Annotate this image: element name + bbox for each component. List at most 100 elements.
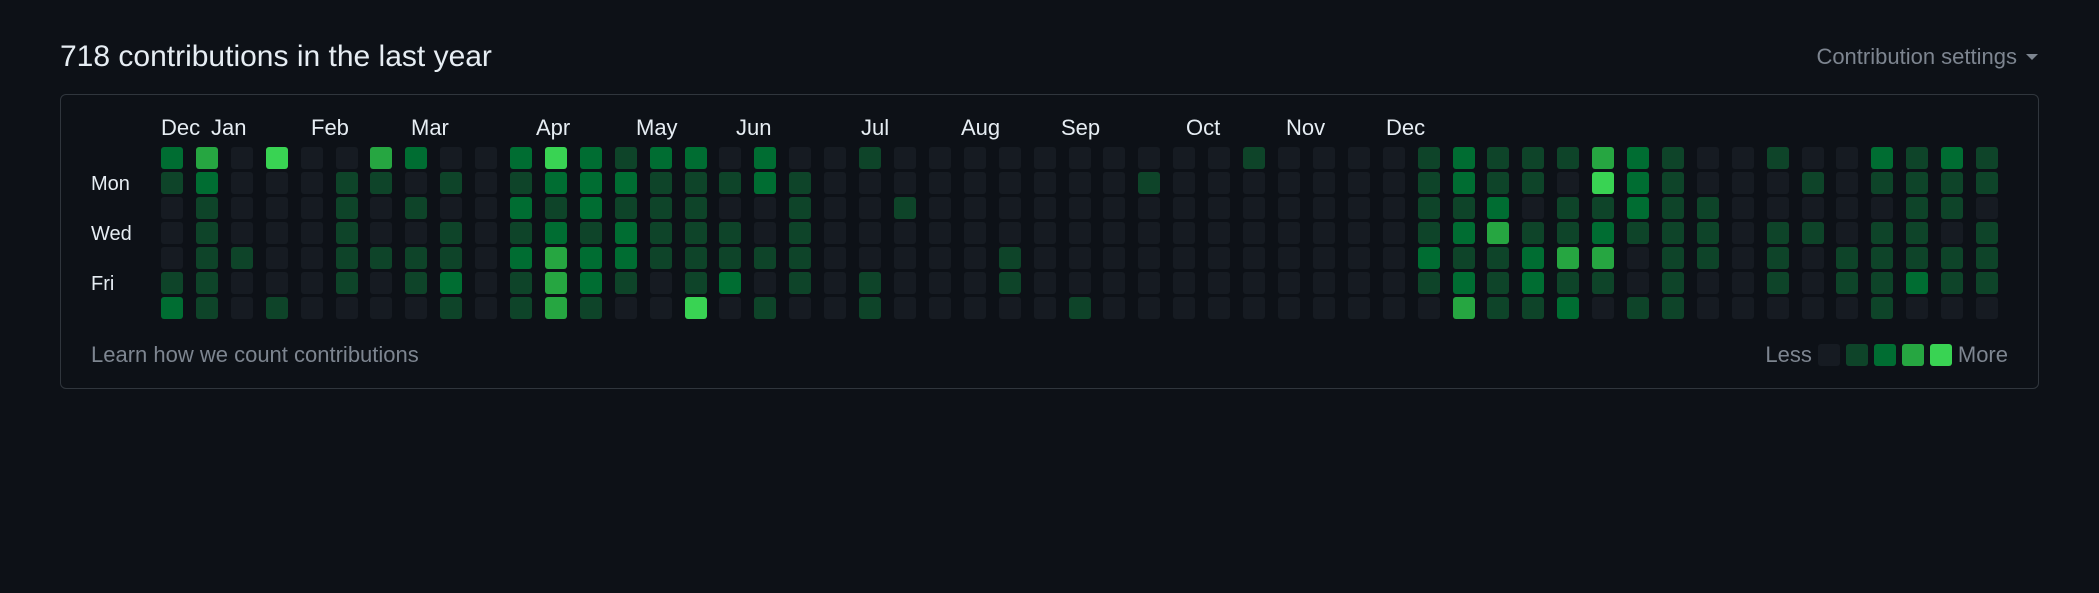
- contribution-cell[interactable]: [1767, 197, 1789, 219]
- contribution-cell[interactable]: [999, 222, 1021, 244]
- contribution-cell[interactable]: [1418, 172, 1440, 194]
- contribution-cell[interactable]: [754, 247, 776, 269]
- contribution-cell[interactable]: [1278, 247, 1300, 269]
- contribution-cell[interactable]: [1697, 222, 1719, 244]
- contribution-cell[interactable]: [405, 147, 427, 169]
- contribution-cell[interactable]: [824, 172, 846, 194]
- contribution-cell[interactable]: [1627, 297, 1649, 319]
- contribution-cell[interactable]: [650, 222, 672, 244]
- contribution-cell[interactable]: [1871, 297, 1893, 319]
- contribution-cell[interactable]: [1592, 272, 1614, 294]
- contribution-cell[interactable]: [964, 147, 986, 169]
- contribution-cell[interactable]: [1802, 272, 1824, 294]
- contribution-cell[interactable]: [1034, 247, 1056, 269]
- contribution-cell[interactable]: [1138, 197, 1160, 219]
- contribution-cell[interactable]: [405, 197, 427, 219]
- contribution-cell[interactable]: [231, 222, 253, 244]
- contribution-cell[interactable]: [1976, 247, 1998, 269]
- contribution-cell[interactable]: [1173, 247, 1195, 269]
- contribution-cell[interactable]: [859, 147, 881, 169]
- contribution-cell[interactable]: [510, 147, 532, 169]
- contribution-cell[interactable]: [1103, 147, 1125, 169]
- contribution-cell[interactable]: [1278, 197, 1300, 219]
- contribution-cell[interactable]: [1418, 197, 1440, 219]
- contribution-cell[interactable]: [475, 272, 497, 294]
- contribution-cell[interactable]: [1941, 272, 1963, 294]
- contribution-cell[interactable]: [1103, 297, 1125, 319]
- contribution-cell[interactable]: [824, 272, 846, 294]
- contribution-cell[interactable]: [266, 247, 288, 269]
- contribution-cell[interactable]: [405, 272, 427, 294]
- contribution-cell[interactable]: [301, 197, 323, 219]
- contribution-cell[interactable]: [336, 247, 358, 269]
- contribution-cell[interactable]: [1453, 297, 1475, 319]
- contribution-cell[interactable]: [1627, 247, 1649, 269]
- contribution-cell[interactable]: [231, 172, 253, 194]
- contribution-cell[interactable]: [1662, 222, 1684, 244]
- contribution-cell[interactable]: [1138, 272, 1160, 294]
- contribution-cell[interactable]: [1034, 147, 1056, 169]
- contribution-cell[interactable]: [475, 172, 497, 194]
- contribution-cell[interactable]: [1418, 222, 1440, 244]
- contribution-cell[interactable]: [196, 222, 218, 244]
- contribution-cell[interactable]: [440, 197, 462, 219]
- contribution-cell[interactable]: [1802, 147, 1824, 169]
- contribution-cell[interactable]: [266, 222, 288, 244]
- contribution-cell[interactable]: [1941, 222, 1963, 244]
- contribution-cell[interactable]: [1069, 197, 1091, 219]
- contribution-cell[interactable]: [440, 172, 462, 194]
- contribution-cell[interactable]: [231, 297, 253, 319]
- contribution-cell[interactable]: [1557, 197, 1579, 219]
- contribution-cell[interactable]: [1069, 272, 1091, 294]
- contribution-cell[interactable]: [615, 272, 637, 294]
- contribution-cell[interactable]: [475, 222, 497, 244]
- contribution-cell[interactable]: [580, 172, 602, 194]
- contribution-cell[interactable]: [1697, 272, 1719, 294]
- contribution-cell[interactable]: [545, 172, 567, 194]
- contribution-cell[interactable]: [1278, 272, 1300, 294]
- contribution-cell[interactable]: [754, 272, 776, 294]
- contribution-grid[interactable]: [161, 147, 2008, 322]
- contribution-cell[interactable]: [650, 197, 672, 219]
- contribution-cell[interactable]: [1173, 297, 1195, 319]
- contribution-cell[interactable]: [1173, 197, 1195, 219]
- contribution-cell[interactable]: [196, 172, 218, 194]
- contribution-cell[interactable]: [754, 197, 776, 219]
- contribution-cell[interactable]: [685, 247, 707, 269]
- contribution-cell[interactable]: [1278, 147, 1300, 169]
- contribution-cell[interactable]: [1313, 247, 1335, 269]
- contribution-cell[interactable]: [336, 197, 358, 219]
- learn-contributions-link[interactable]: Learn how we count contributions: [91, 342, 419, 368]
- contribution-cell[interactable]: [615, 147, 637, 169]
- contribution-cell[interactable]: [1138, 172, 1160, 194]
- contribution-cell[interactable]: [1243, 222, 1265, 244]
- contribution-cell[interactable]: [1871, 172, 1893, 194]
- contribution-cell[interactable]: [405, 297, 427, 319]
- contribution-cell[interactable]: [1906, 222, 1928, 244]
- contribution-cell[interactable]: [1034, 197, 1056, 219]
- contribution-cell[interactable]: [1767, 147, 1789, 169]
- contribution-cell[interactable]: [1103, 247, 1125, 269]
- contribution-cell[interactable]: [1976, 197, 1998, 219]
- contribution-cell[interactable]: [789, 222, 811, 244]
- contribution-cell[interactable]: [266, 197, 288, 219]
- contribution-cell[interactable]: [231, 247, 253, 269]
- contribution-cell[interactable]: [1662, 147, 1684, 169]
- contribution-cell[interactable]: [894, 297, 916, 319]
- contribution-cell[interactable]: [894, 197, 916, 219]
- contribution-cell[interactable]: [1767, 247, 1789, 269]
- contribution-cell[interactable]: [1453, 272, 1475, 294]
- contribution-cell[interactable]: [1243, 197, 1265, 219]
- contribution-cell[interactable]: [824, 197, 846, 219]
- contribution-cell[interactable]: [1732, 197, 1754, 219]
- contribution-cell[interactable]: [336, 172, 358, 194]
- contribution-cell[interactable]: [1941, 172, 1963, 194]
- contribution-cell[interactable]: [1557, 297, 1579, 319]
- contribution-cell[interactable]: [1871, 222, 1893, 244]
- contribution-cell[interactable]: [1103, 197, 1125, 219]
- contribution-cell[interactable]: [1069, 247, 1091, 269]
- contribution-cell[interactable]: [161, 247, 183, 269]
- contribution-cell[interactable]: [1243, 172, 1265, 194]
- contribution-cell[interactable]: [475, 247, 497, 269]
- contribution-cell[interactable]: [580, 297, 602, 319]
